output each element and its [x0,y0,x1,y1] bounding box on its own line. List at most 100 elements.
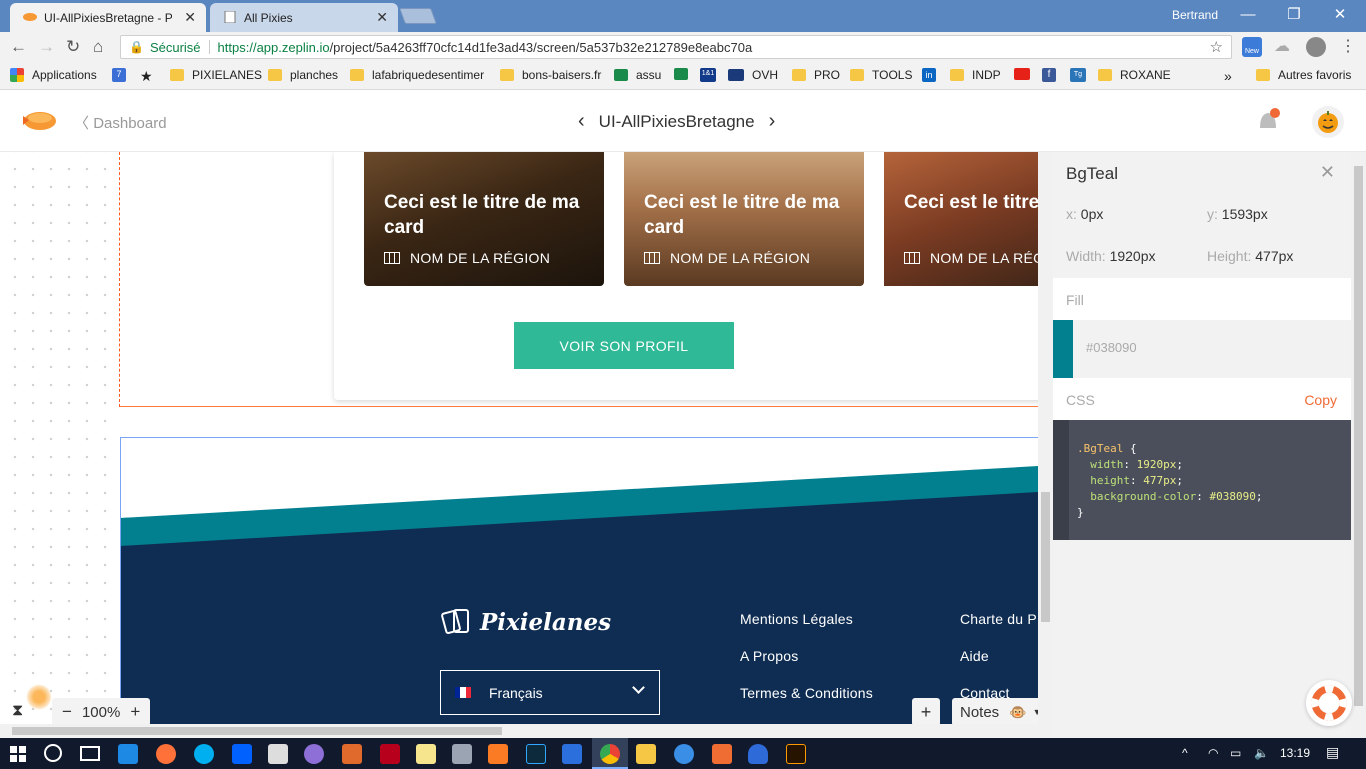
notifications-icon[interactable]: ▤ [1326,744,1339,761]
bookmark-star[interactable]: ★ [140,68,153,85]
region-card[interactable]: Ceci est le titre de ma card NOM DE LA R… [624,152,864,286]
cloud-extension-icon[interactable]: ☁ [1274,37,1294,57]
bookmark-roxane[interactable]: ROXANE [1098,68,1171,82]
skype-icon[interactable] [194,744,214,764]
zeplin-logo-icon[interactable] [20,106,58,134]
photoshop-icon[interactable] [526,744,546,764]
tab-close-icon[interactable]: ✕ [184,9,196,26]
css-code-block[interactable]: .BgTeal { width: 1920px; height: 477px; … [1053,420,1351,540]
next-screen-icon[interactable]: › [769,110,776,133]
bookmark-youtube[interactable] [1014,68,1038,80]
bookmark-bank[interactable] [674,68,696,80]
vertical-scrollbar[interactable] [1038,152,1053,738]
tab-close-icon[interactable]: ✕ [376,9,388,26]
scrollbar-thumb[interactable] [12,727,502,735]
bookmark-lafabrique[interactable]: lafabriquedesentimer [350,68,484,82]
wifi-icon[interactable]: ◠ [1208,746,1218,760]
restore-button[interactable]: ❐ [1274,4,1314,26]
profile-name[interactable]: Bertrand [1172,8,1218,22]
app-icon[interactable] [452,744,472,764]
bookmark-pro[interactable]: PRO [792,68,840,82]
scrollbar-thumb[interactable] [1354,166,1363,706]
new-tab-button[interactable] [399,8,437,24]
bookmark-other[interactable]: Autres favoris [1256,68,1351,82]
bookmark-star-icon[interactable]: ☆ [1210,38,1223,56]
hourglass-icon[interactable]: ⧗ [12,702,23,720]
home-icon[interactable]: ⌂ [93,37,103,57]
bookmark-assu[interactable]: assu [614,68,661,82]
bookmark-bons-baisers[interactable]: bons-baisers.fr [500,68,601,82]
footer-link[interactable]: Mentions Légales [740,611,853,627]
chrome-icon[interactable] [600,744,620,764]
xampp-icon[interactable] [488,744,508,764]
add-note-button[interactable]: + [912,698,940,726]
scrollbar-thumb[interactable] [1041,492,1050,622]
firefox-icon[interactable] [156,744,176,764]
filezilla-icon[interactable] [380,744,400,764]
menu-icon[interactable]: ⋮ [1338,37,1358,57]
tab-all-pixies[interactable]: All Pixies ✕ [210,3,398,32]
calculator-icon[interactable] [268,744,288,764]
bookmark-facebook[interactable]: f [1042,68,1064,82]
reload-icon[interactable]: ↻ [66,37,80,57]
region-card[interactable]: Ceci est le titre de ma card NOM DE LA R… [364,152,604,286]
user-avatar[interactable] [1312,106,1344,138]
copy-css-button[interactable]: Copy [1304,378,1337,422]
windows-start-icon[interactable] [10,746,26,762]
footer-link[interactable]: Termes & Conditions [740,685,873,701]
bookmark-tg[interactable]: Tg [1070,68,1094,82]
zoom-in-button[interactable]: + [120,702,150,722]
app-icon[interactable] [562,744,582,764]
volume-icon[interactable]: 🔈 [1254,746,1269,760]
notifications-bell-icon[interactable] [1254,106,1282,136]
bookmark-indp[interactable]: INDP [950,68,1001,82]
design-canvas[interactable]: Ceci est le titre de ma card NOM DE LA R… [0,152,1038,724]
bookmark-linkedin[interactable]: in [922,68,944,82]
search-icon[interactable] [44,744,62,762]
bookmark-pixielanes[interactable]: PIXIELANES [170,68,262,82]
app-icon[interactable] [674,744,694,764]
artboard[interactable]: Ceci est le titre de ma card NOM DE LA R… [120,152,1038,724]
voir-profil-button[interactable]: VOIR SON PROFIL [514,322,734,369]
illustrator-icon[interactable] [786,744,806,764]
close-window-button[interactable]: ✕ [1320,4,1360,26]
region-card[interactable]: Ceci est le titre de ma card NOM DE LA R… [884,152,1038,286]
zoom-out-button[interactable]: − [52,702,82,722]
language-select[interactable]: Français [440,670,660,715]
app-icon[interactable] [712,744,732,764]
bookmark-planches[interactable]: planches [268,68,338,82]
horizontal-scrollbar[interactable] [0,724,1038,738]
prev-screen-icon[interactable]: ‹ [578,110,585,133]
fill-color-row[interactable]: #038090 [1053,320,1351,378]
notepad-icon[interactable] [416,744,436,764]
clock[interactable]: 13:19 [1280,746,1310,760]
help-button[interactable] [1306,680,1352,726]
dashboard-back-link[interactable]: 〈 Dashboard [74,112,167,133]
bookmark-1and1[interactable]: 1&1 [700,68,724,82]
bookmarks-overflow-button[interactable]: » [1224,68,1232,84]
settings-app-icon[interactable] [342,744,362,764]
fill-hex[interactable]: #038090 [1086,340,1137,355]
bookmark-tools[interactable]: TOOLS [850,68,912,82]
forward-arrow-icon[interactable]: → [38,37,55,57]
bookmark-ovh[interactable]: OVH [728,68,778,82]
back-arrow-icon[interactable]: ← [10,37,27,57]
close-icon[interactable]: ✕ [1320,162,1335,183]
extension-new-icon[interactable]: New [1242,37,1262,57]
battery-icon[interactable]: ▭ [1230,746,1241,760]
edge-icon[interactable] [118,744,138,764]
address-bar[interactable]: 🔒 Sécurisé https:// app.zeplin.io /proje… [120,35,1232,59]
dropbox-icon[interactable] [232,744,252,764]
extension-icon[interactable] [1306,37,1326,57]
footer-link[interactable]: A Propos [740,648,798,664]
tab-zeplin[interactable]: UI-AllPixiesBretagne - Pr ✕ [10,3,206,32]
footer-link[interactable]: Aide [960,648,989,664]
color-swatch[interactable] [1053,320,1073,378]
app-icon[interactable] [304,744,324,764]
bookmark-applications[interactable]: Applications [10,68,97,82]
notes-dropdown[interactable]: Notes 🐵 ▼ [952,698,1052,726]
canvas-hint-dot[interactable] [26,684,52,710]
task-view-icon[interactable] [80,746,100,761]
tray-chevron-icon[interactable]: ^ [1182,746,1188,760]
shield-icon[interactable] [748,744,768,764]
